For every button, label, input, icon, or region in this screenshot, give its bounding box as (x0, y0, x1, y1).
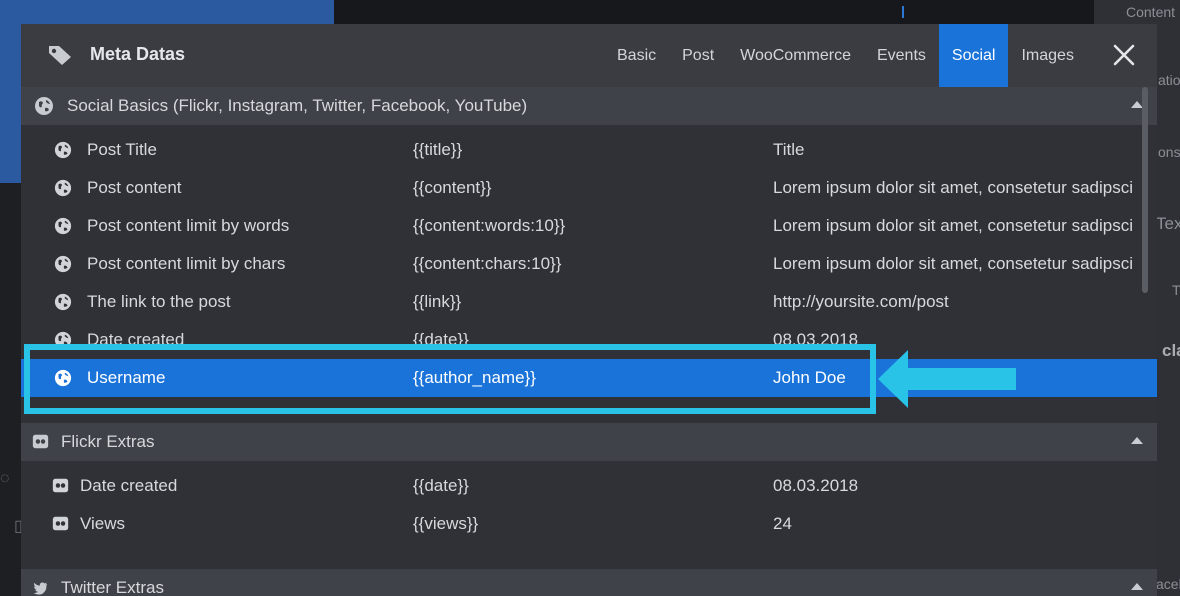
chevron-up-icon[interactable] (1131, 437, 1143, 444)
background-icon: ◌ (0, 470, 10, 487)
meta-row[interactable]: Views {{views}} 24 (21, 505, 1141, 543)
meta-tag: {{title}} (413, 140, 463, 159)
globe-icon (54, 255, 72, 273)
meta-tag: {{content:words:10}} (413, 216, 566, 235)
section-title: Flickr Extras (61, 432, 155, 451)
meta-tag: {{link}} (413, 292, 462, 311)
meta-name: Post Title (87, 140, 157, 159)
meta-name: Date created (80, 476, 178, 495)
tab-woocommerce[interactable]: WooCommerce (727, 24, 864, 87)
meta-value: Lorem ipsum dolor sit amet, consetetur s… (773, 254, 1134, 273)
arrow-icon (878, 350, 1016, 408)
tag-icon (49, 46, 71, 65)
meta-name: The link to the post (87, 292, 231, 311)
meta-value: 24 (773, 514, 792, 533)
section-header-twitter-extras[interactable]: Twitter Extras (21, 569, 1157, 596)
meta-value: Title (773, 140, 805, 159)
globe-icon (54, 141, 72, 159)
twitter-icon (33, 582, 48, 595)
sidebar-text: T (1172, 282, 1180, 298)
meta-tag: {{content:chars:10}} (413, 254, 562, 273)
meta-row[interactable]: Post content limit by chars {{content:ch… (21, 245, 1141, 283)
tab-images[interactable]: Images (1008, 24, 1086, 87)
sidebar-text: ation (1158, 72, 1180, 88)
meta-row[interactable]: Post Title {{title}} Title (21, 131, 1141, 169)
meta-name: Views (80, 514, 126, 533)
modal-title: Meta Datas (90, 44, 186, 64)
section-header-flickr-extras[interactable]: Flickr Extras (21, 423, 1157, 461)
sidebar-text: cla (1162, 341, 1180, 360)
sidebar-text: acel (1156, 576, 1180, 592)
globe-icon (54, 179, 72, 197)
tab-post[interactable]: Post (669, 24, 727, 87)
section-header-social-basics[interactable]: Social Basics (Flickr, Instagram, Twitte… (21, 87, 1157, 125)
sidebar-text: Tex (1156, 214, 1180, 233)
globe-icon (35, 97, 53, 115)
meta-value: 08.03.2018 (773, 476, 859, 495)
tab-events[interactable]: Events (864, 24, 939, 87)
meta-name: Post content limit by words (87, 216, 290, 235)
meta-row[interactable]: Post content limit by words {{content:wo… (21, 207, 1141, 245)
modal-header: Meta Datas Basic Post WooCommerce Events… (21, 24, 1157, 87)
chevron-up-icon[interactable] (1131, 583, 1143, 590)
flickr-icon (32, 434, 49, 449)
tab-bar: Basic Post WooCommerce Events Social Ima… (604, 24, 1087, 87)
section-title: Social Basics (Flickr, Instagram, Twitte… (67, 96, 528, 115)
meta-value: Lorem ipsum dolor sit amet, consetetur s… (773, 178, 1134, 197)
meta-datas-modal: Meta Datas Basic Post WooCommerce Events… (21, 24, 1157, 596)
meta-row[interactable]: The link to the post {{link}} http://you… (21, 283, 1141, 321)
meta-tag: {{date}} (413, 476, 469, 495)
section-title: Twitter Extras (61, 578, 164, 596)
tab-basic[interactable]: Basic (604, 24, 669, 87)
meta-row[interactable]: Date created {{date}} 08.03.2018 (21, 467, 1141, 505)
background-toolbar (334, 0, 1094, 24)
scrollbar[interactable] (1142, 87, 1148, 293)
sidebar-text: ons (1158, 144, 1180, 160)
meta-row[interactable]: Post content {{content}} Lorem ipsum dol… (21, 169, 1141, 207)
sidebar-text: Content (1126, 4, 1176, 20)
meta-name: Post content limit by chars (87, 254, 286, 273)
flickr-icon (52, 516, 69, 531)
flickr-icon (52, 478, 69, 493)
meta-value: http://yoursite.com/post (773, 292, 949, 311)
globe-icon (54, 293, 72, 311)
meta-value: Lorem ipsum dolor sit amet, consetetur s… (773, 216, 1134, 235)
globe-icon (54, 217, 72, 235)
tab-social[interactable]: Social (938, 24, 1009, 87)
close-icon[interactable] (1111, 42, 1137, 68)
background-marker (902, 6, 904, 18)
meta-tag: {{views}} (413, 514, 479, 533)
meta-name: Post content (87, 178, 182, 197)
meta-tag: {{content}} (413, 178, 492, 197)
highlight-box (24, 344, 876, 414)
